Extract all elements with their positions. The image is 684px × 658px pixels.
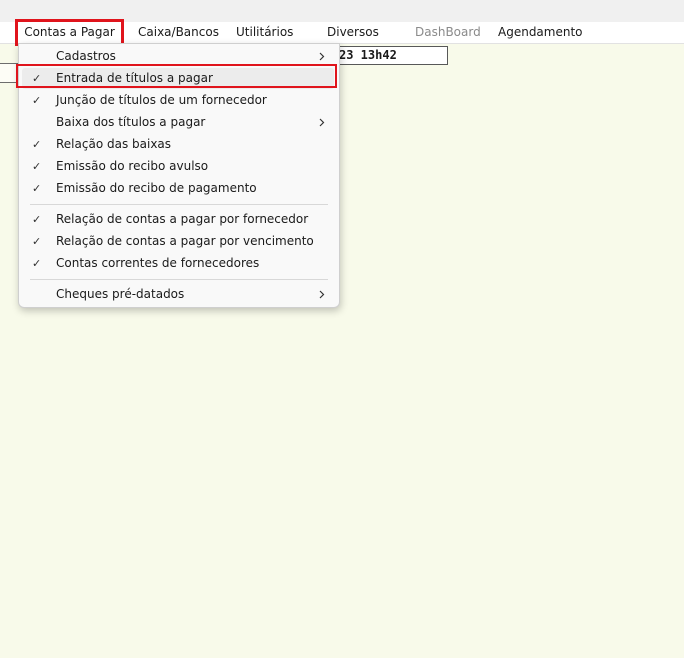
chevron-right-icon [319,52,325,61]
menu-item-label: Relação de contas a pagar por vencimento [56,234,314,248]
check-icon: ✓ [32,182,42,195]
check-icon: ✓ [32,72,42,85]
menu-item-label: Cheques pré-datados [56,287,185,301]
check-icon: ✓ [32,138,42,151]
menu-item-label: Contas correntes de fornecedores [56,256,260,270]
menu-item-contas-correntes[interactable]: ✓ Contas correntes de fornecedores [22,253,334,274]
menu-dashboard: DashBoard [415,25,481,39]
menu-utilitarios[interactable]: Utilitários [236,22,293,43]
check-icon: ✓ [32,160,42,173]
check-icon: ✓ [32,213,42,226]
menu-item-juncao-de-titulos[interactable]: ✓ Junção de títulos de um fornecedor [22,90,334,111]
check-icon: ✓ [32,94,42,107]
menu-item-recibo-de-pagamento[interactable]: ✓ Emissão do recibo de pagamento [22,178,334,199]
menu-item-label: Emissão do recibo avulso [56,159,209,173]
menu-item-label: Cadastros [56,49,116,63]
datetime-display: 23 13h42 [322,46,448,65]
menu-separator [30,204,328,205]
menu-item-relacao-por-vencimento[interactable]: ✓ Relação de contas a pagar por vencimen… [22,231,334,252]
menu-item-relacao-por-fornecedor[interactable]: ✓ Relação de contas a pagar por forneced… [22,209,334,230]
menu-item-cadastros[interactable]: Cadastros [22,46,334,67]
menu-item-label: Junção de títulos de um fornecedor [56,93,267,107]
menu-item-label: Relação de contas a pagar por fornecedor [56,212,309,226]
menu-contas-a-pagar[interactable]: Contas a Pagar [15,19,124,46]
menu-diversos[interactable]: Diversos [327,22,379,43]
menu-item-entrada-de-titulos[interactable]: ✓ Entrada de títulos a pagar [22,68,334,89]
check-icon: ✓ [32,235,42,248]
menu-bar: Contas a Pagar Caixa/Bancos Utilitários … [0,19,684,46]
check-icon: ✓ [32,257,42,270]
menu-item-label: Baixa dos títulos a pagar [56,115,206,129]
title-bar-strip [0,0,684,22]
input-field-left[interactable] [0,63,18,83]
menu-item-label: Entrada de títulos a pagar [56,71,213,85]
chevron-right-icon [319,290,325,299]
contas-a-pagar-dropdown: Cadastros ✓ Entrada de títulos a pagar ✓… [18,43,340,308]
menu-item-label: Emissão do recibo de pagamento [56,181,257,195]
menu-item-cheques-pre-datados[interactable]: Cheques pré-datados [22,284,334,305]
menu-item-baixa-dos-titulos[interactable]: Baixa dos títulos a pagar [22,112,334,133]
chevron-right-icon [319,118,325,127]
menu-separator [30,279,328,280]
menu-item-recibo-avulso[interactable]: ✓ Emissão do recibo avulso [22,156,334,177]
menu-item-relacao-das-baixas[interactable]: ✓ Relação das baixas [22,134,334,155]
menu-caixa-bancos[interactable]: Caixa/Bancos [138,22,219,43]
menu-item-label: Relação das baixas [56,137,172,151]
menu-agendamento[interactable]: Agendamento [498,22,583,43]
